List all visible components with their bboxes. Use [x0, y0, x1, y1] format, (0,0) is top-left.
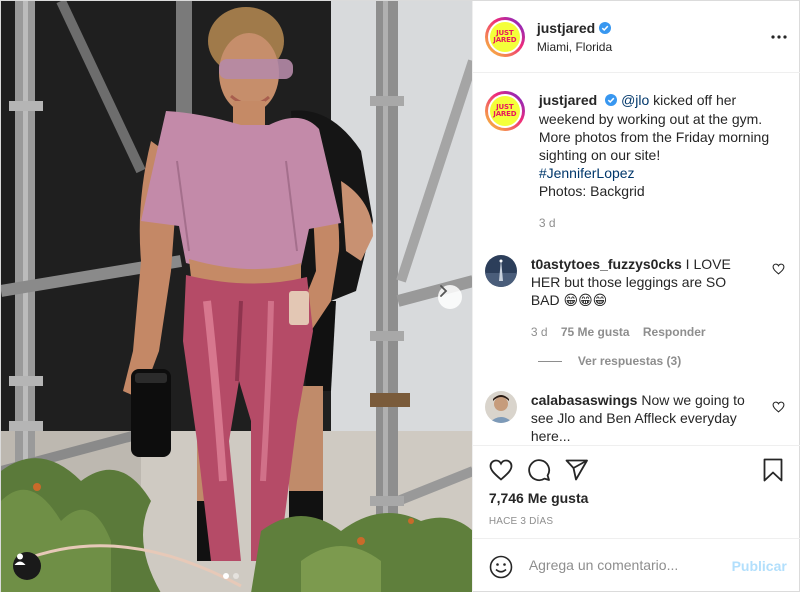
comment-likes[interactable]: 75 Me gusta — [561, 325, 630, 339]
caption-time[interactable]: 3 d — [539, 214, 789, 232]
carousel-dot — [223, 573, 229, 579]
caption-mention-link[interactable]: @jlo — [621, 92, 649, 108]
commenter-username[interactable]: calabasaswings — [531, 392, 638, 408]
heart-icon — [772, 263, 785, 275]
commenter-username[interactable]: t0astytoes_fuzzys0cks — [531, 256, 682, 272]
caption-credit: Photos: Backgrid — [538, 183, 645, 199]
header-text: justjared Miami, Florida — [537, 20, 612, 54]
comment-item: calabasaswings Now we going to see Jlo a… — [484, 391, 791, 445]
add-comment-bar: Publicar — [472, 538, 800, 592]
more-options-icon — [771, 35, 787, 39]
avatar-logo-text: JARED — [493, 110, 517, 118]
post-location[interactable]: Miami, Florida — [537, 40, 612, 54]
heart-icon — [489, 459, 513, 481]
heart-icon — [772, 401, 785, 413]
share-button[interactable] — [563, 456, 591, 484]
photo-illustration — [1, 1, 472, 592]
bookmark-icon — [763, 458, 783, 482]
post-timestamp[interactable]: HACE 3 DÍAS — [489, 516, 553, 527]
carousel-dot — [233, 573, 239, 579]
author-username[interactable]: justjared — [537, 20, 595, 36]
comment-input[interactable] — [528, 557, 719, 573]
author-avatar[interactable]: JUST JARED — [484, 16, 525, 57]
instagram-post: JUST JARED justjared Miami, Florida JUST… — [0, 0, 800, 592]
comment-item: t0astytoes_fuzzys0cks I LOVE HER but tho… — [484, 255, 791, 341]
comment-button[interactable] — [525, 456, 553, 484]
comments-list[interactable]: JUST JARED justjared @jlo kicked off her… — [473, 73, 800, 445]
share-icon — [565, 459, 588, 481]
view-replies-label: Ver respuestas (3) — [577, 354, 682, 368]
carousel-next-button[interactable] — [438, 285, 462, 309]
avatar-logo: JUST JARED — [487, 94, 522, 128]
post-header: JUST JARED justjared Miami, Florida — [472, 1, 800, 73]
carousel-indicator — [223, 573, 239, 579]
like-button[interactable] — [487, 456, 515, 484]
chevron-right-icon — [440, 285, 448, 297]
verified-badge-icon — [605, 92, 618, 110]
comment-text: calabasaswings Now we going to see Jlo a… — [531, 391, 749, 445]
commenter-avatar[interactable] — [484, 391, 517, 423]
user-tags-button[interactable] — [13, 552, 41, 580]
view-replies-button[interactable]: Ver respuestas (3) — [537, 354, 682, 368]
avatar-logo-text: JARED — [493, 35, 517, 44]
emoji-button[interactable] — [487, 553, 515, 581]
comment-time[interactable]: 3 d — [531, 325, 548, 339]
post-side-panel: JUST JARED justjared Miami, Florida JUST… — [471, 1, 800, 592]
post-caption: JUST JARED justjared @jlo kicked off her… — [484, 91, 791, 232]
more-options-button[interactable] — [769, 27, 789, 47]
post-photo[interactable] — [1, 1, 472, 592]
publish-button[interactable]: Publicar — [732, 558, 787, 574]
verified-badge-icon — [599, 21, 612, 34]
post-actions: 7,746 Me gusta HACE 3 DÍAS Publicar — [472, 445, 800, 592]
avatar-logo: JUST JARED — [487, 19, 522, 54]
caption-text: justjared @jlo kicked off her weekend by… — [539, 91, 789, 232]
emoji-icon — [489, 555, 513, 579]
author-username-row: justjared — [537, 20, 612, 36]
replies-divider — [537, 360, 562, 362]
comment-like-button[interactable] — [772, 263, 785, 275]
comment-like-button[interactable] — [772, 401, 785, 413]
comment-icon — [528, 459, 550, 482]
reply-button[interactable]: Responder — [643, 325, 706, 339]
comment-text: t0astytoes_fuzzys0cks I LOVE HER but tho… — [531, 255, 749, 341]
comment-meta: 3 d 75 Me gusta Responder — [531, 323, 749, 341]
user-tag-icon — [14, 553, 26, 565]
save-button[interactable] — [759, 456, 787, 484]
caption-username[interactable]: justjared — [539, 92, 597, 108]
likes-count[interactable]: 7,746 Me gusta — [489, 490, 589, 506]
caption-hashtag-link[interactable]: #JenniferLopez — [539, 165, 635, 181]
author-avatar[interactable]: JUST JARED — [484, 91, 525, 131]
commenter-avatar[interactable] — [484, 255, 517, 287]
